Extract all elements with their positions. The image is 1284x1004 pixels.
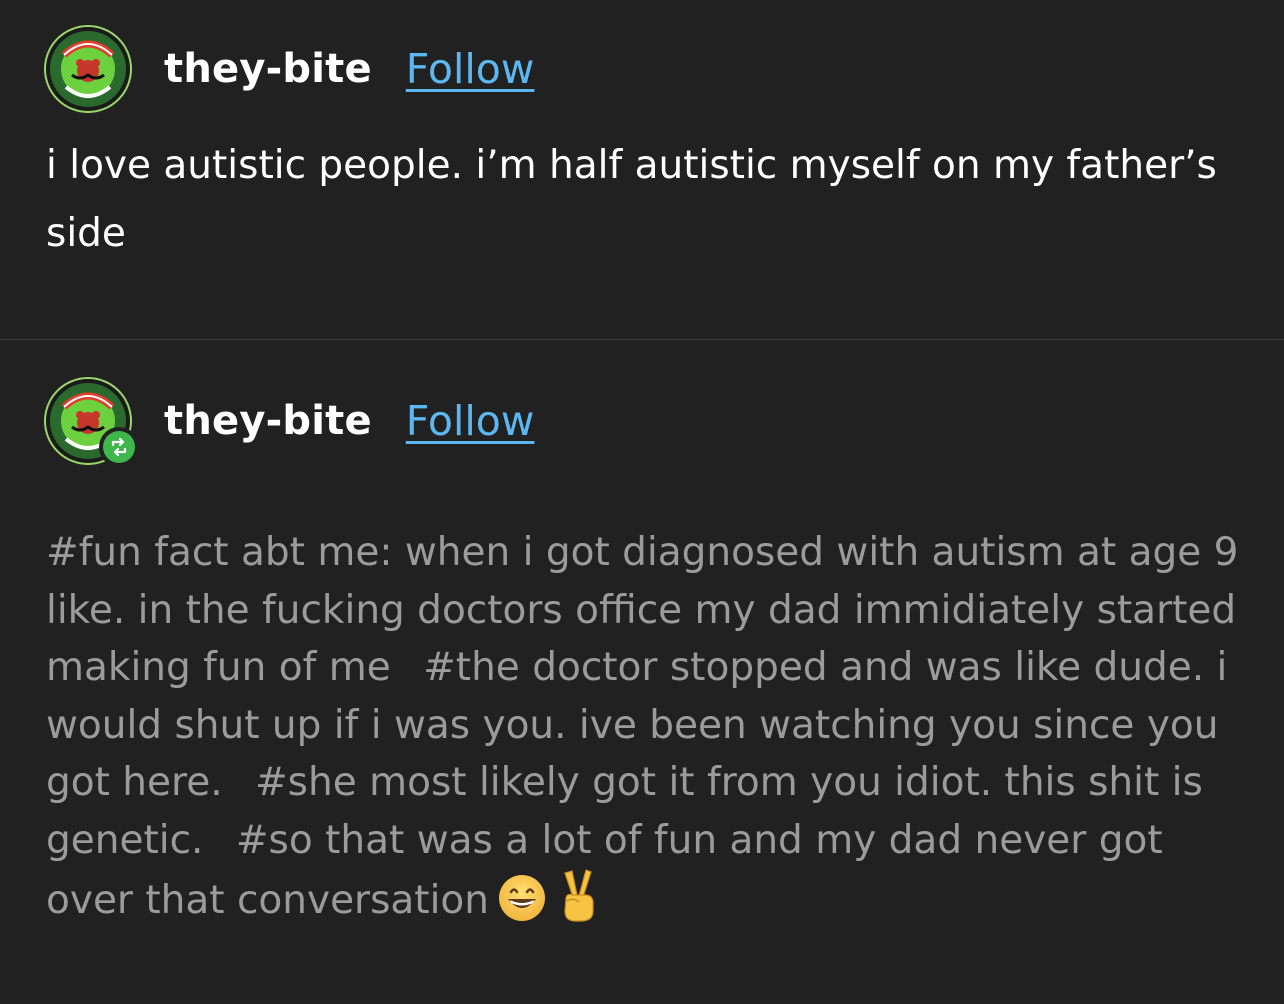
post-text: i love autistic people. i’m half autisti… xyxy=(46,143,1217,256)
reblog-icon xyxy=(111,437,127,457)
username[interactable]: they-bite xyxy=(164,46,372,92)
fenton-works-logo-icon xyxy=(44,25,132,113)
follow-button[interactable]: Follow xyxy=(406,45,535,93)
dashboard-page: they-bite Follow i love autistic people.… xyxy=(0,0,1284,1004)
post-header: they-bite Follow xyxy=(44,376,535,467)
divider xyxy=(0,339,1284,340)
victory-hand-emoji xyxy=(557,869,599,940)
post-tags: #fun fact abt me: when i got diagnosed w… xyxy=(46,524,1256,940)
grinning-face-emoji xyxy=(497,873,547,940)
avatar[interactable] xyxy=(44,25,132,113)
post-header: they-bite Follow xyxy=(44,24,534,114)
follow-button[interactable]: Follow xyxy=(406,397,535,445)
avatar[interactable] xyxy=(44,377,139,467)
username[interactable]: they-bite xyxy=(164,398,372,444)
tag-link[interactable]: #so that was a lot of fun and my dad nev… xyxy=(46,818,1163,924)
reblog-badge xyxy=(99,427,139,467)
